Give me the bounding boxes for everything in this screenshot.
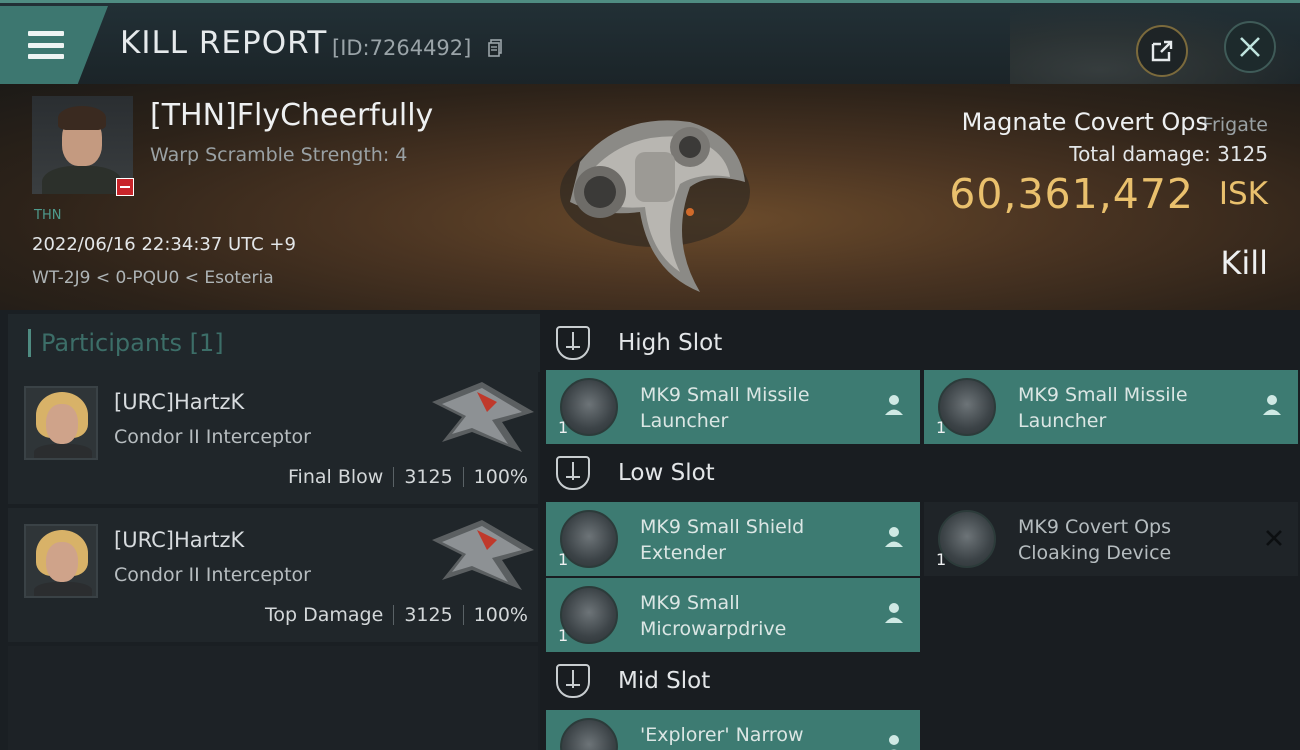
standing-badge: [116, 178, 134, 196]
missile-launcher-icon: [938, 378, 996, 436]
module-item[interactable]: 1 MK9 Small Microwarpdrive: [546, 578, 920, 652]
module-quantity: 1: [558, 550, 569, 569]
module-item-destroyed[interactable]: 1 MK9 Covert Ops Cloaking Device: [924, 502, 1298, 576]
module-quantity: 1: [936, 418, 947, 437]
participants-title: Participants [1]: [41, 329, 224, 357]
report-id: [ID:7264492]: [332, 36, 472, 60]
menu-button[interactable]: [0, 6, 108, 84]
module-quantity: 1: [936, 550, 947, 569]
participant-card[interactable]: [URC]HartzK Condor II Interceptor Final …: [8, 370, 538, 504]
high-slot-label: High Slot: [618, 330, 723, 356]
dropped-user-icon: [885, 395, 903, 415]
module-item[interactable]: 1 MK9 Small Missile Launcher: [924, 370, 1298, 444]
participant-damage: 3125: [404, 604, 453, 626]
participant-card[interactable]: [URC]HartzK Condor II Interceptor Top Da…: [8, 508, 538, 642]
participant-percent: 100%: [473, 604, 528, 626]
module-item[interactable]: 'Explorer' Narrow: [546, 710, 920, 750]
module-item[interactable]: 1 MK9 Small Missile Launcher: [546, 370, 920, 444]
shield-extender-icon: [560, 510, 618, 568]
module-name: 'Explorer' Narrow: [640, 724, 804, 746]
isk-value: 60,361,472: [949, 170, 1194, 218]
module-quantity: 1: [558, 418, 569, 437]
scanner-module-icon: [560, 718, 618, 750]
module-name: MK9 Small Missile Launcher: [640, 384, 810, 432]
dropped-user-icon: [885, 527, 903, 547]
low-slot-label: Low Slot: [618, 460, 715, 486]
participant-stats: Final Blow 3125 100%: [288, 466, 528, 488]
dropped-user-icon: [1263, 395, 1281, 415]
kill-location[interactable]: WT-2J9 < 0-PQU0 < Esoteria: [32, 268, 274, 288]
module-name: MK9 Small Shield Extender: [640, 516, 805, 564]
module-name: MK9 Covert Ops Cloaking Device: [1018, 516, 1172, 564]
page-title: KILL REPORT: [120, 25, 328, 61]
ship-class: Frigate: [1202, 114, 1268, 136]
participant-role: Final Blow: [288, 466, 384, 488]
microwarpdrive-icon: [560, 586, 618, 644]
participant-avatar[interactable]: [24, 386, 98, 460]
victim-name[interactable]: [THN]FlyCheerfully: [150, 98, 433, 133]
total-damage: Total damage: 3125: [1069, 142, 1268, 166]
participants-header: Participants [1]: [8, 314, 540, 372]
participant-damage: 3125: [404, 466, 453, 488]
module-item[interactable]: 1 MK9 Small Shield Extender: [546, 502, 920, 576]
low-slot-header: Low Slot: [556, 448, 715, 498]
dropped-user-icon: [889, 735, 899, 750]
module-name: MK9 Small Microwarpdrive: [640, 592, 787, 640]
mid-slot-label: Mid Slot: [618, 668, 711, 694]
participant-name[interactable]: [URC]HartzK: [114, 528, 244, 552]
participant-stats: Top Damage 3125 100%: [265, 604, 528, 626]
cloaking-device-icon: [938, 510, 996, 568]
participant-ship-image[interactable]: [422, 510, 538, 602]
warp-scramble-strength: Warp Scramble Strength: 4: [150, 144, 408, 166]
corp-tag: THN: [34, 208, 62, 223]
fitting-panel: High Slot 1 MK9 Small Missile Launcher 1…: [540, 310, 1300, 750]
external-link-button[interactable]: [1136, 25, 1188, 77]
participant-name[interactable]: [URC]HartzK: [114, 390, 244, 414]
ship-name[interactable]: Magnate Covert Ops: [962, 108, 1208, 136]
module-quantity: 1: [558, 626, 569, 645]
close-button[interactable]: [1224, 21, 1276, 73]
participants-panel: Participants [1] [URC]HartzK Condor II I…: [0, 310, 540, 750]
kill-status: Kill: [1220, 244, 1268, 282]
top-bar: KILL REPORT [ID:7264492]: [0, 0, 1300, 86]
high-slot-header: High Slot: [556, 318, 722, 368]
external-link-icon: [1151, 40, 1173, 62]
missile-launcher-icon: [560, 378, 618, 436]
participant-ship: Condor II Interceptor: [114, 564, 311, 586]
participant-avatar[interactable]: [24, 524, 98, 598]
isk-unit: ISK: [1218, 176, 1268, 212]
close-icon: [1240, 37, 1260, 57]
participants-empty-area: [8, 646, 538, 750]
mid-slot-icon: [556, 664, 590, 698]
participant-ship: Condor II Interceptor: [114, 426, 311, 448]
mid-slot-header: Mid Slot: [556, 656, 710, 706]
kill-datetime: 2022/06/16 22:34:37 UTC +9: [32, 234, 296, 255]
participant-percent: 100%: [473, 466, 528, 488]
dropped-user-icon: [885, 603, 903, 623]
participant-role: Top Damage: [265, 604, 384, 626]
menu-icon: [28, 31, 64, 59]
copy-icon[interactable]: [488, 39, 502, 57]
high-slot-icon: [556, 326, 590, 360]
victim-ship-image[interactable]: [540, 92, 770, 302]
module-name: MK9 Small Missile Launcher: [1018, 384, 1188, 432]
victim-banner: [THN]FlyCheerfully Warp Scramble Strengt…: [0, 84, 1300, 310]
participant-ship-image[interactable]: [422, 372, 538, 464]
destroyed-x-icon: [1266, 530, 1282, 546]
low-slot-icon: [556, 456, 590, 490]
